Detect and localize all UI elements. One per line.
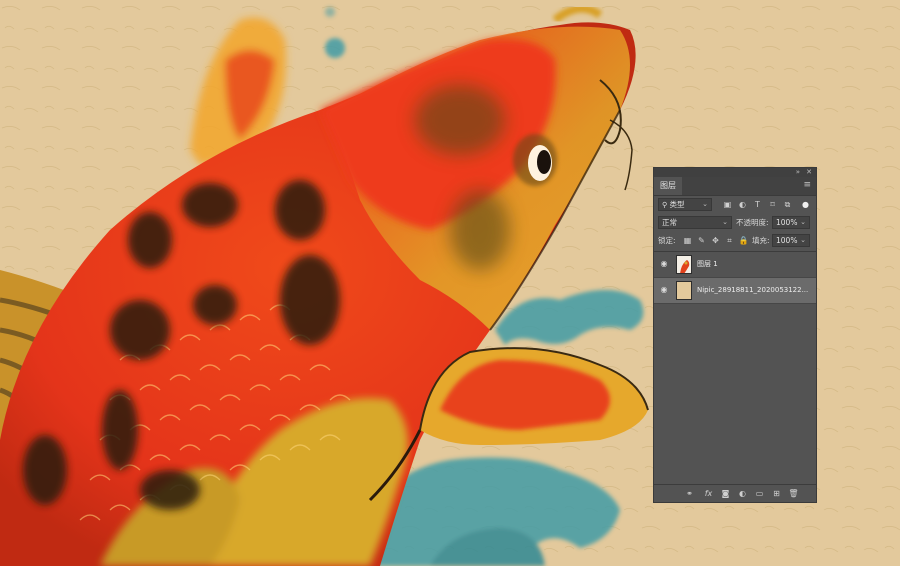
lock-label: 锁定: <box>658 236 676 245</box>
lock-all-icon[interactable]: 🔒 <box>738 235 749 246</box>
filter-row: ⚲ 类型 ⌄ ▣ ◐ T ⌑ ⧉ ● <box>658 198 812 212</box>
layer-name: Nipic_28918811_2020053122... <box>697 286 809 294</box>
panel-tab-row: 图层 ≡ <box>654 177 816 196</box>
panel-menu-icon[interactable]: ≡ <box>803 180 811 190</box>
add-mask-icon[interactable]: ◙ <box>720 488 731 499</box>
new-group-icon[interactable]: ▭ <box>754 488 765 499</box>
shape-filter-icon[interactable]: ⌑ <box>767 199 778 210</box>
panel-footer: ⚭ fx ◙ ◐ ▭ ⊞ 🗑 <box>654 484 816 502</box>
panel-titlebar[interactable]: » ✕ <box>654 168 816 177</box>
chevron-down-icon: ⌄ <box>800 236 806 244</box>
filter-toggle-icon[interactable]: ● <box>800 199 811 210</box>
eye-icon[interactable]: ◉ <box>659 259 669 269</box>
opacity-value: 100% <box>776 218 798 227</box>
layer-name: 图层 1 <box>697 260 718 268</box>
text-filter-icon[interactable]: T <box>752 199 763 210</box>
image-filter-icon[interactable]: ▣ <box>722 199 733 210</box>
adjustment-layer-icon[interactable]: ◐ <box>737 488 748 499</box>
adjustment-filter-icon[interactable]: ◐ <box>737 199 748 210</box>
double-chevron-icon[interactable]: » <box>796 168 800 177</box>
blend-mode-value: 正常 <box>662 218 677 227</box>
tab-layers[interactable]: 图层 <box>654 177 682 195</box>
blend-row: 正常 ⌄ 不透明度: 100% ⌄ <box>658 216 812 230</box>
layer-thumbnail <box>676 255 692 274</box>
layer-row-layer1[interactable]: ◉ 图层 1 <box>654 252 816 278</box>
lock-position-icon[interactable]: ✥ <box>710 235 721 246</box>
eye-icon[interactable]: ◉ <box>659 285 669 295</box>
fill-label: 填充: <box>752 236 770 245</box>
new-layer-icon[interactable]: ⊞ <box>771 488 782 499</box>
lock-artboard-icon[interactable]: ⌗ <box>724 235 735 246</box>
filter-type-label: 类型 <box>669 200 685 209</box>
layer-row-background[interactable]: ◉ Nipic_28918811_2020053122... <box>654 278 816 304</box>
fill-value: 100% <box>776 236 798 245</box>
blend-mode-select[interactable]: 正常 ⌄ <box>658 216 732 229</box>
lock-transparent-icon[interactable]: ▦ <box>682 235 693 246</box>
chevron-down-icon: ⌄ <box>702 200 708 208</box>
smart-object-filter-icon[interactable]: ⧉ <box>782 199 793 210</box>
fill-input[interactable]: 100% ⌄ <box>772 234 810 247</box>
fx-icon[interactable]: fx <box>703 488 714 499</box>
filter-type-select[interactable]: ⚲ 类型 ⌄ <box>658 198 712 211</box>
layers-panel: » ✕ 图层 ≡ ⚲ 类型 ⌄ ▣ ◐ T ⌑ ⧉ ● 正常 ⌄ 不透明度: 1… <box>653 167 817 503</box>
delete-icon[interactable]: 🗑 <box>788 488 799 499</box>
opacity-label: 不透明度: <box>736 218 769 227</box>
lock-image-icon[interactable]: ✎ <box>696 235 707 246</box>
opacity-input[interactable]: 100% ⌄ <box>772 216 810 229</box>
lock-row: 锁定: ▦ ✎ ✥ ⌗ 🔒 填充: 100% ⌄ <box>658 234 812 248</box>
chevron-down-icon: ⌄ <box>722 218 728 226</box>
search-icon: ⚲ <box>662 201 668 209</box>
layer-thumbnail <box>676 281 692 300</box>
chevron-down-icon: ⌄ <box>800 218 806 226</box>
link-layers-icon[interactable]: ⚭ <box>684 488 695 499</box>
close-icon[interactable]: ✕ <box>806 168 812 177</box>
